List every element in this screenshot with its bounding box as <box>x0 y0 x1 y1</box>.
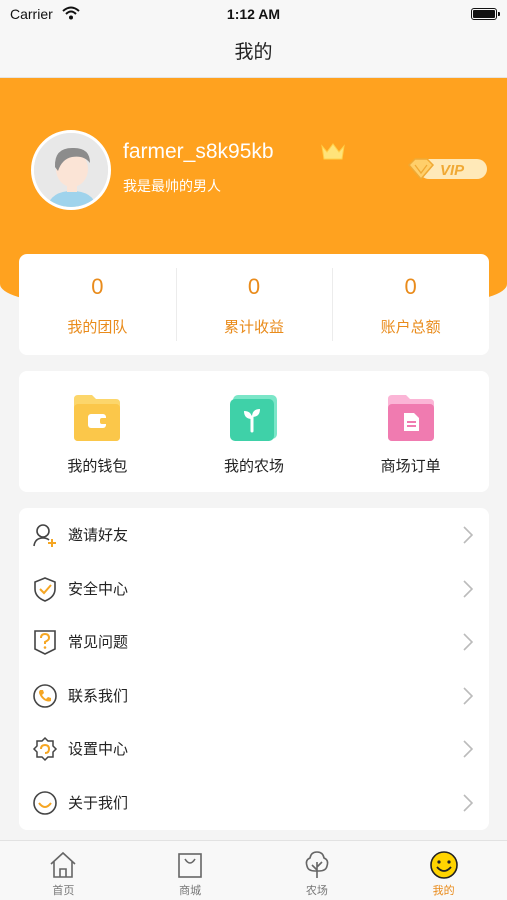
shield-check-icon <box>34 576 56 602</box>
stat-value: 0 <box>91 274 104 299</box>
clock: 1:12 AM <box>226 6 281 22</box>
question-icon <box>34 630 56 656</box>
my-farm-button[interactable]: 我的农场 <box>176 371 333 492</box>
stat-value: 0 <box>404 274 417 299</box>
menu-item-about-us[interactable]: 关于我们 <box>19 776 489 830</box>
menu-item-label: 安全中心 <box>68 579 129 598</box>
menu-item-label: 关于我们 <box>68 793 129 812</box>
stats-card: 0 我的团队 0 累计收益 0 账户总额 <box>19 254 489 355</box>
mall-orders-button[interactable]: 商场订单 <box>332 371 489 492</box>
tab-mine[interactable]: 我的 <box>380 841 507 900</box>
menu-item-label: 邀请好友 <box>68 526 129 544</box>
chevron-right-icon <box>463 740 473 758</box>
my-wallet-button[interactable]: 我的钱包 <box>19 371 176 492</box>
shopping-bag-icon <box>178 853 202 878</box>
menu-item-invite-friends[interactable]: 邀请好友 <box>19 508 489 562</box>
chevron-right-icon <box>463 580 473 598</box>
battery-icon <box>471 8 500 20</box>
profile-smile-icon <box>429 851 458 879</box>
username: farmer_s8k95kb <box>123 140 274 163</box>
menu-item-label: 常见问题 <box>68 633 129 652</box>
quick-link-label: 商场订单 <box>380 457 441 475</box>
tab-mall[interactable]: 商城 <box>127 841 254 900</box>
tab-label: 农场 <box>305 884 328 897</box>
tree-icon <box>305 851 329 878</box>
stat-balance[interactable]: 0 账户总额 <box>332 254 489 355</box>
user-signature: 我是最帅的男人 <box>123 179 221 195</box>
stat-earnings[interactable]: 0 累计收益 <box>175 254 333 355</box>
tab-farm[interactable]: 农场 <box>254 841 381 900</box>
quick-links-card: 我的钱包 我的农场 商场订单 <box>19 371 489 492</box>
navigation-bar: 我的 <box>0 30 507 78</box>
smile-icon <box>33 791 57 815</box>
menu-item-label: 设置中心 <box>68 740 129 759</box>
home-icon <box>50 851 76 878</box>
avatar[interactable] <box>31 130 111 210</box>
tab-label: 我的 <box>432 884 455 897</box>
menu-item-faq[interactable]: 常见问题 <box>19 615 489 669</box>
tab-bar: 首页 商城 农场 我的 <box>0 840 507 900</box>
quick-link-label: 我的钱包 <box>67 457 128 475</box>
stat-team[interactable]: 0 我的团队 <box>19 254 176 355</box>
page-title: 我的 <box>234 41 273 63</box>
wallet-icon <box>74 395 121 441</box>
chevron-right-icon <box>463 526 473 544</box>
vip-label: VIP <box>440 162 465 179</box>
stat-value: 0 <box>247 274 261 299</box>
farm-sprout-icon <box>230 395 277 441</box>
phone-icon <box>33 683 57 708</box>
tab-label: 商城 <box>179 884 202 897</box>
menu-item-contact-us[interactable]: 联系我们 <box>19 669 489 723</box>
settings-menu: 邀请好友 安全中心 常见问题 联系我们 设置中心 关于我们 <box>19 508 489 830</box>
chevron-right-icon <box>463 687 473 705</box>
order-folder-icon <box>387 395 434 441</box>
chevron-right-icon <box>463 794 473 812</box>
menu-item-security-center[interactable]: 安全中心 <box>19 562 489 616</box>
menu-item-settings-center[interactable]: 设置中心 <box>19 722 489 776</box>
stat-label: 我的团队 <box>67 318 128 336</box>
chevron-right-icon <box>463 633 473 651</box>
menu-item-label: 联系我们 <box>68 686 129 705</box>
tab-home[interactable]: 首页 <box>0 841 127 900</box>
stat-label: 账户总额 <box>380 318 441 336</box>
stat-label: 累计收益 <box>224 318 285 336</box>
invite-user-icon <box>33 524 56 547</box>
quick-link-label: 我的农场 <box>224 457 285 475</box>
crown-icon <box>321 143 345 160</box>
tab-label: 首页 <box>52 884 75 897</box>
vip-badge-icon: VIP <box>407 158 487 181</box>
settings-icon <box>32 737 58 762</box>
status-bar: Carrier 1:12 AM <box>0 0 507 30</box>
